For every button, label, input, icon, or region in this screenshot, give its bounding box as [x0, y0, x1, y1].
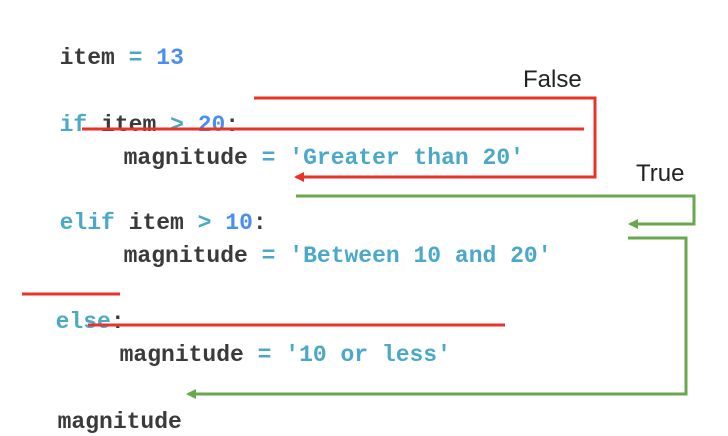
false-path-arrow — [254, 96, 597, 182]
exit-path-arrow — [186, 236, 688, 399]
flow-overlay — [22, 96, 696, 399]
true-path-arrow — [296, 194, 696, 229]
